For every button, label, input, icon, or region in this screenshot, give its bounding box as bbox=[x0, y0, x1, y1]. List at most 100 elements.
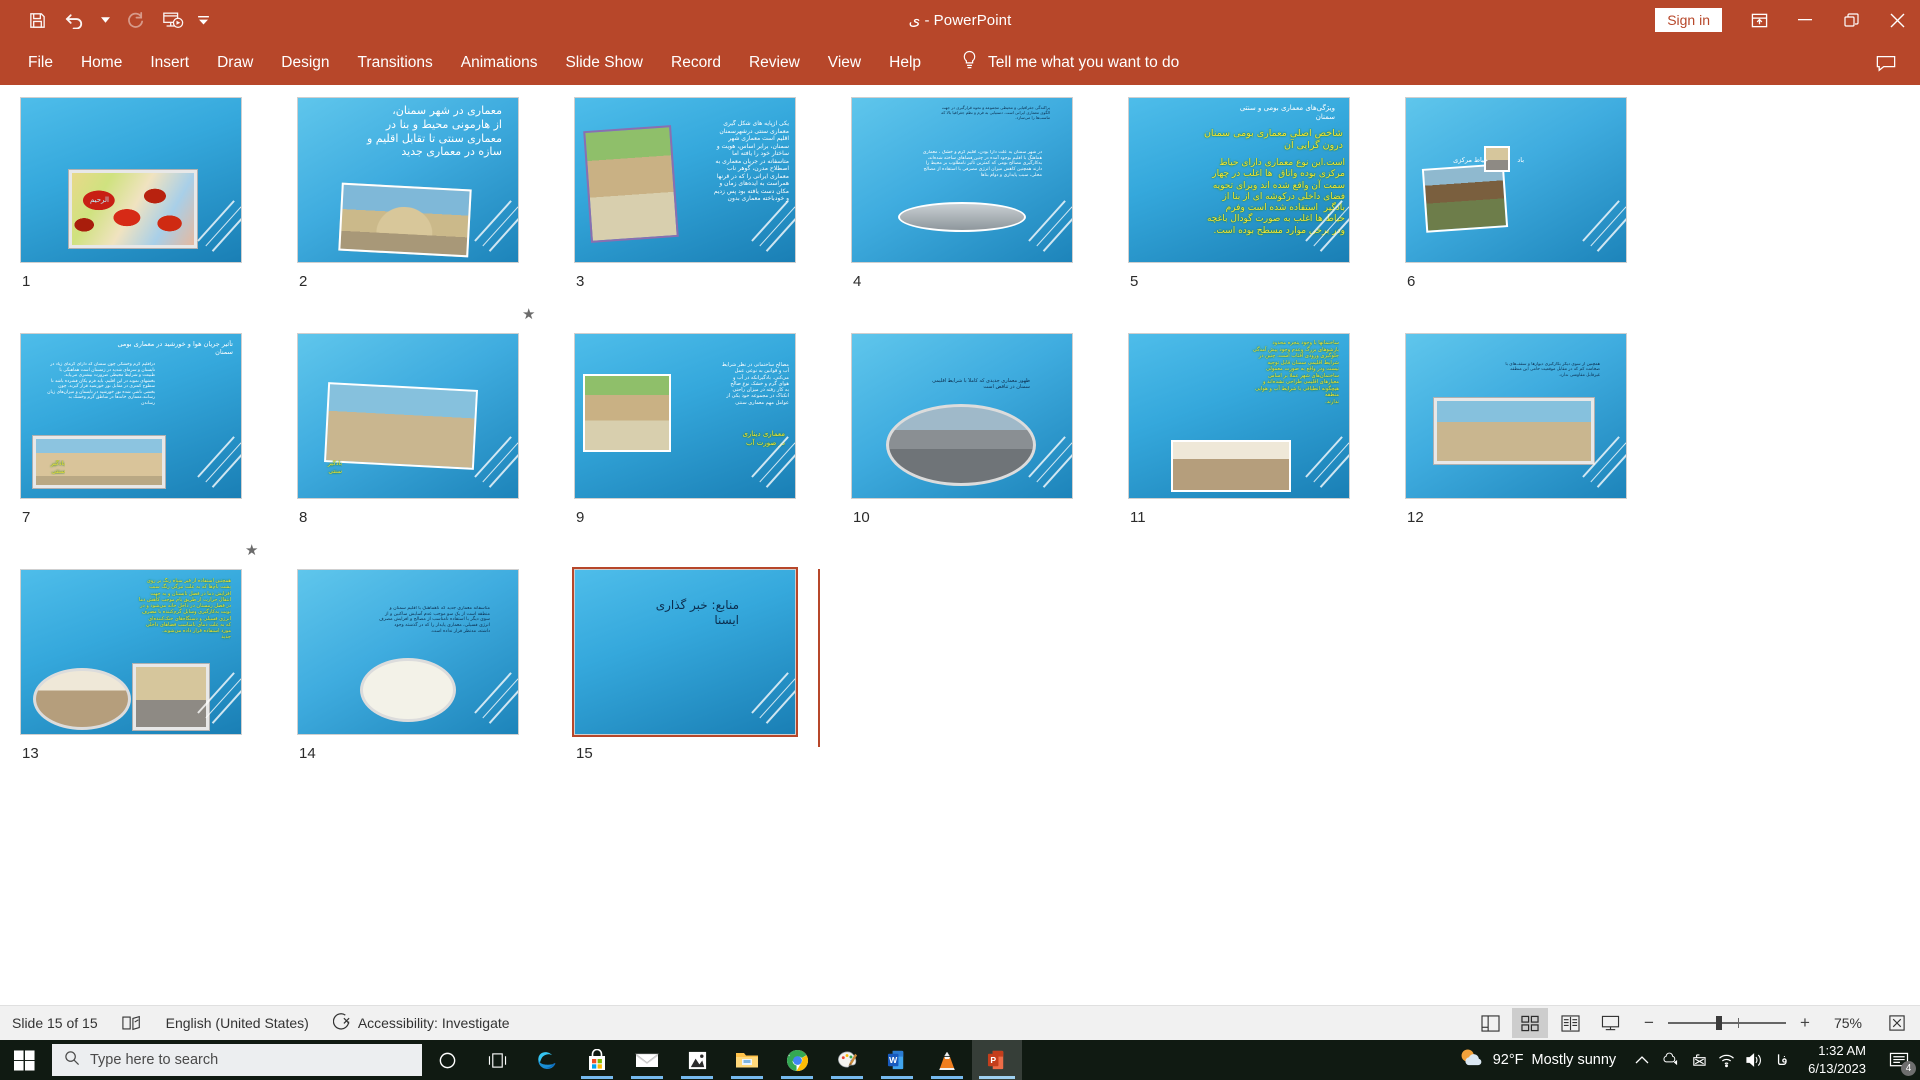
tab-record[interactable]: Record bbox=[657, 40, 735, 85]
photos-icon[interactable] bbox=[672, 1040, 722, 1080]
windows-start-icon[interactable] bbox=[0, 1040, 48, 1080]
slide-thumbnail-5[interactable]: ویژگی‌های معماری بومی و سنتی سمنان شاخص ا… bbox=[1126, 95, 1403, 331]
slide-thumbnail-10[interactable]: ظهور معماری جدیدی که کاملاً با شرایط اقل… bbox=[849, 331, 1126, 567]
mail-icon[interactable] bbox=[622, 1040, 672, 1080]
notification-center-icon[interactable]: 4 bbox=[1878, 1040, 1920, 1080]
slide-preview[interactable]: پراکندگی جغرافیایی و محیطی مجموعه و نحوه… bbox=[851, 97, 1073, 263]
slide-thumbnail-1[interactable]: الرحیم 1 bbox=[18, 95, 295, 331]
tab-home[interactable]: Home bbox=[67, 40, 136, 85]
slide-thumbnail-3[interactable]: یکی ازپایه های شکل گیری معماری سنتی درشه… bbox=[572, 95, 849, 331]
onedrive-icon[interactable] bbox=[1656, 1040, 1684, 1080]
zoom-slider-thumb[interactable] bbox=[1716, 1016, 1722, 1030]
start-slideshow-icon[interactable] bbox=[154, 4, 192, 36]
slide-preview[interactable]: ظهور معماری جدیدی که کاملاً با شرایط اقل… bbox=[851, 333, 1073, 499]
tab-draw[interactable]: Draw bbox=[203, 40, 267, 85]
slide-preview[interactable]: ویژگی‌های معماری بومی و سنتی سمنان شاخص ا… bbox=[1128, 97, 1350, 263]
volume-icon[interactable] bbox=[1740, 1040, 1768, 1080]
slide-thumbnail-7[interactable]: تأثیر جریان هوا و خورشید در معماری بومی … bbox=[18, 331, 295, 567]
slide-sorter-workspace[interactable]: الرحیم 1 معماری در شهر سمنان، از هارمونی م… bbox=[0, 85, 1920, 1005]
close-icon[interactable] bbox=[1874, 0, 1920, 40]
slide-thumbnail-4[interactable]: پراکندگی جغرافیایی و محیطی مجموعه و نحوه… bbox=[849, 95, 1126, 331]
microsoft-store-icon[interactable] bbox=[572, 1040, 622, 1080]
slide-preview[interactable]: بادگیر سنتی bbox=[297, 333, 519, 499]
undo-icon[interactable] bbox=[56, 4, 94, 36]
tab-animations[interactable]: Animations bbox=[447, 40, 552, 85]
comments-icon[interactable] bbox=[1866, 43, 1906, 83]
network-status-icon[interactable] bbox=[1684, 1040, 1712, 1080]
file-explorer-icon[interactable] bbox=[722, 1040, 772, 1080]
word-icon[interactable]: W bbox=[872, 1040, 922, 1080]
tab-review[interactable]: Review bbox=[735, 40, 814, 85]
reading-view-icon[interactable] bbox=[1552, 1008, 1588, 1038]
save-icon[interactable] bbox=[18, 4, 56, 36]
tab-view[interactable]: View bbox=[814, 40, 875, 85]
slide-thumbnail-frame[interactable]: معماری در شهر سمنان، از هارمونی محیط و ب… bbox=[295, 95, 521, 265]
slide-preview[interactable]: همچنین استفاده از قیر سیاه رنگ بر روی پش… bbox=[20, 569, 242, 735]
slide-show-icon[interactable] bbox=[1592, 1008, 1628, 1038]
slide-thumbnail-frame[interactable]: حیاط مرکزی باد bbox=[1403, 95, 1629, 265]
slide-thumbnail-frame[interactable]: ویژگی‌های معماری بومی و سنتی سمنان شاخص ا… bbox=[1126, 95, 1352, 265]
notes-icon[interactable] bbox=[110, 1006, 154, 1041]
task-view-icon[interactable] bbox=[472, 1040, 522, 1080]
zoom-slider[interactable] bbox=[1668, 1015, 1786, 1031]
wifi-icon[interactable] bbox=[1712, 1040, 1740, 1080]
slide-preview[interactable]: حیاط مرکزی باد bbox=[1405, 97, 1627, 263]
slide-preview[interactable]: معماری در شهر سمنان، از هارمونی محیط و ب… bbox=[297, 97, 519, 263]
slide-preview[interactable]: یکی ازپایه های شکل گیری معماری سنتی درشه… bbox=[574, 97, 796, 263]
slide-thumbnail-frame[interactable]: منابع: خبر گذاری ایسنا bbox=[572, 567, 798, 737]
tab-design[interactable]: Design bbox=[267, 40, 343, 85]
slide-sorter-icon[interactable] bbox=[1512, 1008, 1548, 1038]
slide-thumbnail-8[interactable]: بادگیر سنتی 8 bbox=[295, 331, 572, 567]
redo-icon[interactable] bbox=[116, 4, 154, 36]
cortana-icon[interactable] bbox=[422, 1040, 472, 1080]
restore-icon[interactable] bbox=[1828, 0, 1874, 40]
slide-thumbnail-11[interactable]: ساختمانها با وجود پنجره محدود بازشوهای ب… bbox=[1126, 331, 1403, 567]
slide-thumbnail-frame[interactable]: یکی ازپایه های شکل گیری معماری سنتی درشه… bbox=[572, 95, 798, 265]
tab-transitions[interactable]: Transitions bbox=[344, 40, 447, 85]
slide-thumbnail-frame[interactable]: ساختمانها با وجود پنجره محدود بازشوهای ب… bbox=[1126, 331, 1352, 501]
weather-widget[interactable]: 92°F Mostly sunny bbox=[1447, 1047, 1628, 1073]
slide-thumbnail-frame[interactable]: همچنین استفاده از قیر سیاه رنگ بر روی پش… bbox=[18, 567, 244, 737]
ribbon-display-options-icon[interactable] bbox=[1736, 0, 1782, 40]
tab-file[interactable]: File bbox=[14, 40, 67, 85]
zoom-level-label[interactable]: 75% bbox=[1824, 1015, 1870, 1031]
slide-preview[interactable]: متاسفانه معماری جدید که ناهماهنگ با اقلی… bbox=[297, 569, 519, 735]
slide-thumbnail-frame[interactable]: بادگیر سنتی bbox=[295, 331, 521, 501]
powerpoint-icon[interactable]: P bbox=[972, 1040, 1022, 1080]
search-input[interactable]: Type here to search bbox=[52, 1044, 422, 1076]
undo-dropdown-icon[interactable] bbox=[94, 4, 116, 36]
slide-preview[interactable]: منابع: خبر گذاری ایسنا bbox=[574, 569, 796, 735]
tab-help[interactable]: Help bbox=[875, 40, 935, 85]
edge-icon[interactable] bbox=[522, 1040, 572, 1080]
slide-thumbnail-12[interactable]: همچنین از سوی دیگر بکارگیری دیوارها و سق… bbox=[1403, 331, 1680, 567]
slide-thumbnail-frame[interactable]: همچنین از سوی دیگر بکارگیری دیوارها و سق… bbox=[1403, 331, 1629, 501]
minimize-icon[interactable] bbox=[1782, 0, 1828, 40]
language-indicator[interactable]: English (United States) bbox=[154, 1006, 321, 1041]
slide-preview[interactable]: الرحیم bbox=[20, 97, 242, 263]
slide-thumbnail-frame[interactable]: پراکندگی جغرافیایی و محیطی مجموعه و نحوه… bbox=[849, 95, 1075, 265]
tab-slide-show[interactable]: Slide Show bbox=[551, 40, 657, 85]
clock[interactable]: 1:32 AM 6/13/2023 bbox=[1796, 1042, 1878, 1077]
normal-view-icon[interactable] bbox=[1472, 1008, 1508, 1038]
slide-thumbnail-frame[interactable]: ظهور معماری جدیدی که کاملاً با شرایط اقل… bbox=[849, 331, 1075, 501]
slide-thumbnail-frame[interactable]: متاسفانه معماری جدید که ناهماهنگ با اقلی… bbox=[295, 567, 521, 737]
keyboard-layout-indicator[interactable]: فا bbox=[1768, 1040, 1796, 1080]
slide-thumbnail-6[interactable]: حیاط مرکزی باد 6 bbox=[1403, 95, 1680, 331]
sign-in-button[interactable]: Sign in bbox=[1655, 8, 1722, 32]
slide-counter[interactable]: Slide 15 of 15 bbox=[0, 1006, 110, 1041]
slide-thumbnail-14[interactable]: متاسفانه معماری جدید که ناهماهنگ با اقلی… bbox=[295, 567, 572, 803]
accessibility-checker[interactable]: Accessibility: Investigate bbox=[321, 1006, 522, 1041]
paint-icon[interactable] bbox=[822, 1040, 872, 1080]
customize-qat-icon[interactable] bbox=[192, 4, 214, 36]
tell-me-search[interactable]: Tell me what you want to do bbox=[961, 40, 1179, 85]
zoom-out-button[interactable]: − bbox=[1640, 1013, 1658, 1033]
animation-indicator-icon[interactable]: ★ bbox=[522, 307, 538, 323]
tab-insert[interactable]: Insert bbox=[136, 40, 203, 85]
show-hidden-icons-icon[interactable] bbox=[1628, 1040, 1656, 1080]
chrome-icon[interactable] bbox=[772, 1040, 822, 1080]
slide-preview[interactable]: همچنین از سوی دیگر بکارگیری دیوارها و سق… bbox=[1405, 333, 1627, 499]
zoom-in-button[interactable]: + bbox=[1796, 1013, 1814, 1033]
slide-thumbnail-2[interactable]: معماری در شهر سمنان، از هارمونی محیط و ب… bbox=[295, 95, 572, 331]
slide-thumbnail-frame[interactable]: تأثیر جریان هوا و خورشید در معماری بومی … bbox=[18, 331, 244, 501]
slide-preview[interactable]: مصالح ساختمانی در نظر شرایط آب و قوانین … bbox=[574, 333, 796, 499]
